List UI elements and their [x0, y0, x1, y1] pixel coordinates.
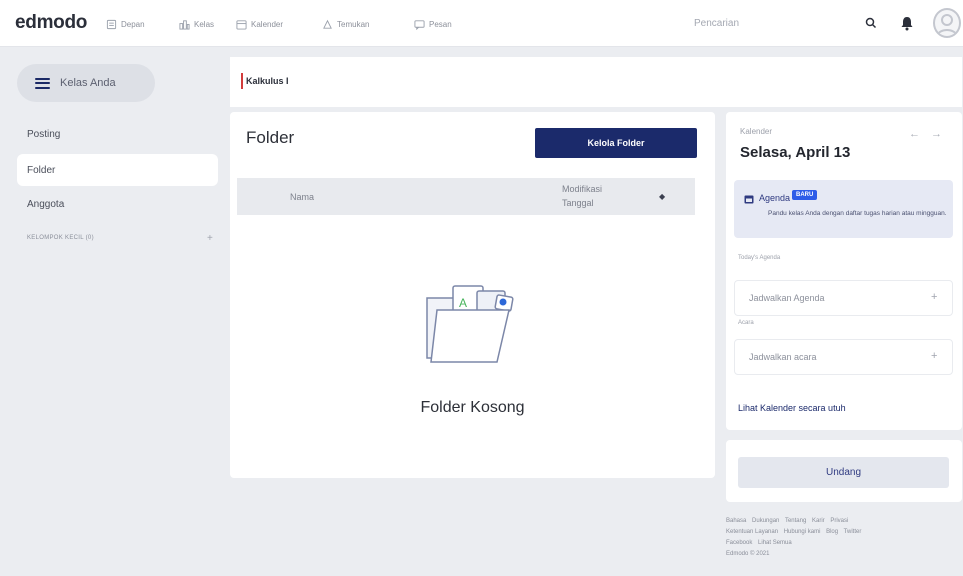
nav-calendar-label: Kalender	[251, 19, 284, 29]
footer-link[interactable]: Facebook	[726, 540, 752, 546]
bell-icon[interactable]	[900, 15, 914, 31]
footer-link[interactable]: Bahasa	[726, 518, 746, 524]
sort-icon[interactable]: ◆	[659, 192, 665, 201]
sidebar-item-label: Posting	[27, 128, 61, 140]
your-classes-label: Kelas Anda	[60, 77, 116, 89]
sidebar-small-groups[interactable]: KELOMPOK KECIL (0) +	[17, 222, 218, 254]
schedule-agenda-row[interactable]: Jadwalkan Agenda +	[734, 280, 953, 316]
your-classes-toggle[interactable]: Kelas Anda	[17, 64, 155, 102]
calendar-label: Kalender	[740, 127, 773, 136]
avatar[interactable]	[933, 8, 961, 38]
footer-link[interactable]: Karir	[812, 518, 825, 524]
user-icon	[936, 14, 958, 36]
agenda-calendar-icon	[744, 195, 754, 204]
menu-icon	[35, 77, 50, 89]
nav-classes-label: Kelas	[194, 19, 215, 29]
copyright: Edmodo © 2021	[726, 551, 770, 557]
folder-panel: Folder Kelola Folder Nama Modifikasi Tan…	[230, 112, 715, 478]
schedule-agenda-label: Jadwalkan Agenda	[749, 293, 825, 303]
invite-panel: Undang	[726, 440, 962, 502]
nav-calendar[interactable]: Kalender	[236, 17, 283, 31]
new-badge: BARU	[792, 190, 818, 200]
sidebar-item-folder[interactable]: Folder	[17, 154, 218, 186]
calendar-panel: Kalender Selasa, April 13 ← → Agenda BAR…	[726, 112, 962, 430]
footer-link[interactable]: Dukungan	[752, 518, 779, 524]
arrow-right-icon[interactable]: →	[931, 128, 942, 140]
nav-discover-label: Temukan	[337, 19, 370, 29]
footer-link[interactable]: Hubungi kami	[784, 529, 821, 535]
footer-links: Bahasa Dukungan Tentang Karir Privasi Ke…	[726, 516, 958, 560]
svg-text:A: A	[459, 296, 467, 310]
footer-link[interactable]: Ketentuan Layanan	[726, 529, 778, 535]
sidebar-item-members[interactable]: Anggota	[17, 188, 218, 220]
class-icon	[179, 19, 190, 30]
footer-link[interactable]: Privasi	[830, 518, 848, 524]
calendar-icon	[236, 19, 247, 30]
footer-link[interactable]: Tentang	[785, 518, 806, 524]
nav-discover[interactable]: Temukan	[322, 17, 369, 31]
search-placeholder: Pencarian	[694, 18, 740, 29]
invite-button[interactable]: Undang	[738, 457, 949, 488]
nav-home[interactable]: Depan	[106, 17, 145, 31]
calendar-date: Selasa, April 13	[740, 144, 851, 161]
plus-icon[interactable]: +	[931, 350, 937, 362]
manage-folders-button[interactable]: Kelola Folder	[535, 128, 697, 158]
schedule-event-row[interactable]: Jadwalkan acara +	[734, 339, 953, 375]
plus-icon[interactable]: +	[931, 291, 937, 303]
class-title[interactable]: Kalkulus I	[246, 76, 289, 86]
small-groups-label: KELOMPOK KECIL (0)	[27, 235, 94, 241]
events-label: Acara	[738, 320, 754, 326]
agenda-promo[interactable]: Agenda BARU Pandu kelas Anda dengan daft…	[734, 180, 953, 238]
search-input[interactable]: Pencarian	[690, 10, 890, 38]
nav-classes[interactable]: Kelas	[179, 17, 214, 31]
message-icon	[414, 19, 425, 30]
view-full-calendar-link[interactable]: Lihat Kalender secara utuh	[738, 403, 846, 413]
top-bar: edmodo Depan Kelas Kalender Temukan Pesa…	[0, 0, 963, 47]
nav-home-label: Depan	[121, 19, 145, 29]
arrow-left-icon[interactable]: ←	[909, 128, 920, 140]
agenda-description: Pandu kelas Anda dengan daftar tugas har…	[768, 210, 947, 217]
sidebar-item-label: Anggota	[27, 198, 65, 210]
column-modified[interactable]: Modifikasi Tanggal	[562, 182, 622, 210]
page-title: Folder	[246, 128, 295, 147]
sidebar-item-posts[interactable]: Posting	[17, 118, 218, 150]
footer-link[interactable]: Lihat Semua	[758, 540, 792, 546]
add-small-group-icon[interactable]: +	[207, 233, 213, 244]
home-icon	[106, 19, 117, 29]
folder-table-header: Nama Modifikasi Tanggal ◆	[237, 178, 695, 215]
class-banner: Kalkulus I	[230, 57, 962, 107]
search-icon[interactable]	[865, 17, 877, 29]
nav-messages[interactable]: Pesan	[414, 17, 452, 31]
nav-messages-label: Pesan	[429, 19, 452, 29]
schedule-event-label: Jadwalkan acara	[749, 352, 817, 362]
agenda-title: Agenda	[759, 193, 791, 203]
empty-state-text: Folder Kosong	[420, 399, 525, 416]
footer-link[interactable]: Blog	[826, 529, 838, 535]
footer-link[interactable]: Twitter	[844, 529, 862, 535]
column-name[interactable]: Nama	[290, 192, 314, 202]
todays-agenda-label: Today's Agenda	[738, 255, 781, 261]
class-color-bar	[241, 73, 243, 89]
sidebar-item-label: Folder	[27, 164, 56, 176]
discover-icon	[323, 19, 332, 29]
empty-folder-icon: A	[426, 285, 514, 363]
logo[interactable]: edmodo	[15, 12, 87, 34]
